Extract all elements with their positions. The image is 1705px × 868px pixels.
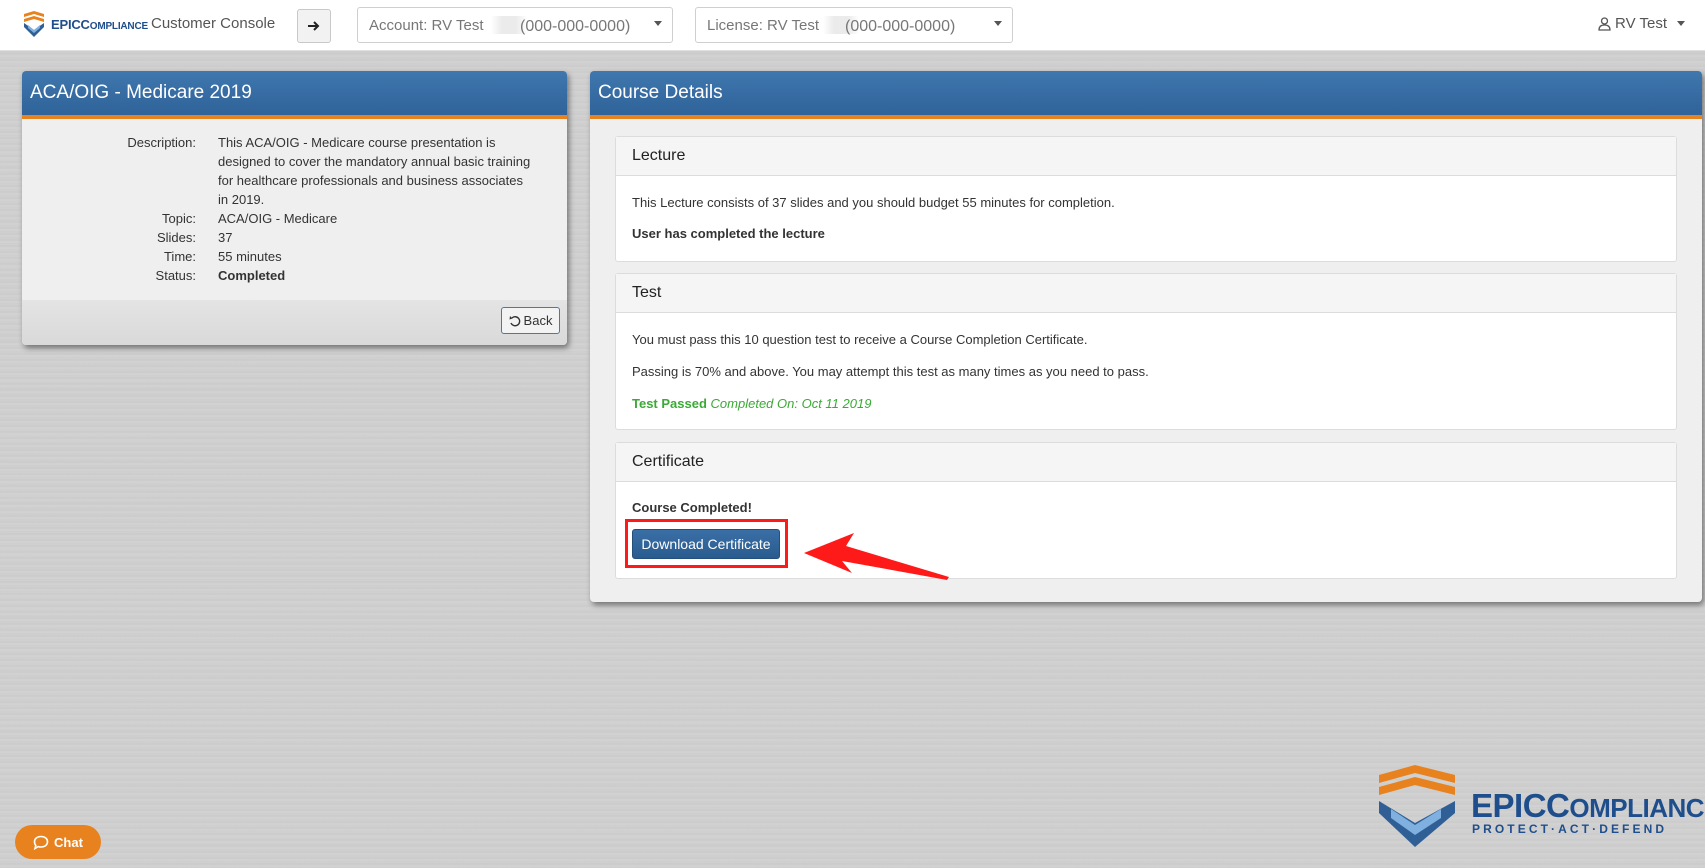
annotation-arrow-icon [804,533,949,580]
go-button[interactable] [297,9,331,43]
certificate-card: Certificate Course Completed! Download C… [615,442,1677,579]
license-select[interactable]: License: RV Test (000-000-0000) [695,7,1013,43]
description-value: This ACA/OIG - Medicare course presentat… [218,135,531,207]
lecture-card: Lecture This Lecture consists of 37 slid… [615,136,1677,262]
chat-button[interactable]: Chat [15,825,101,859]
top-bar: EPICCOMPLIANCE Customer Console Account:… [0,0,1705,51]
test-card: Test You must pass this 10 question test… [615,273,1677,430]
brand-tagline: PROTECT·ACT·DEFEND [1472,822,1668,836]
course-title: ACA/OIG - Medicare 2019 [22,71,567,119]
panel-footer: Back [22,300,567,345]
status-label: Status: [155,268,196,283]
chat-label: Chat [54,834,83,850]
topic-label: Topic: [162,211,196,226]
arrow-right-icon [308,21,320,31]
account-number: (000-000-0000) [520,18,631,35]
lecture-status: User has completed the lecture [632,226,825,241]
slides-label: Slides: [156,230,196,245]
course-details-title: Course Details [590,71,1702,119]
chevron-down-icon [654,21,662,26]
test-text-1: You must pass this 10 question test to r… [632,332,1088,347]
undo-icon [509,315,520,326]
certificate-heading: Certificate [616,443,1676,482]
account-select[interactable]: Account: RV Test (000-000-0000) [357,7,673,43]
user-name: RV Test [1615,15,1667,32]
lecture-heading: Lecture [616,137,1676,176]
course-info: Description: This ACA/OIG - Medicare cou… [22,119,567,305]
license-number: (000-000-0000) [845,18,956,35]
description-row: Description: This ACA/OIG - Medicare cou… [22,133,567,209]
epic-compliance-logo[interactable]: EPICCOMPLIANCE [22,10,148,38]
user-menu[interactable]: RV Test [1598,15,1685,32]
topic-row: Topic: ACA/OIG - Medicare [22,209,567,228]
time-value: 55 minutes [218,249,282,264]
slides-value: 37 [218,230,233,245]
epic-compliance-brand-icon [1379,765,1455,847]
chevron-down-icon [994,21,1002,26]
back-button[interactable]: Back [501,307,560,334]
certificate-status: Course Completed! [632,500,752,515]
test-text-2: Passing is 70% and above. You may attemp… [632,364,1149,379]
chat-bubble-icon [33,835,49,850]
slides-row: Slides: 37 [22,228,567,247]
time-label: Time: [163,249,196,264]
test-status: Test Passed [632,396,707,411]
test-completed-on: Completed On: Oct 11 2019 [710,396,872,411]
lecture-text: This Lecture consists of 37 slides and y… [632,195,1115,210]
user-icon [1598,16,1611,31]
test-heading: Test [616,274,1676,313]
account-label: Account: RV Test [369,17,484,34]
back-label: Back [523,313,553,328]
status-value: Completed [218,268,286,283]
description-label: Description: [127,135,196,150]
topic-value: ACA/OIG - Medicare [218,211,338,226]
test-result: Test Passed Completed On: Oct 11 2019 [632,396,871,411]
shield-logo-icon [24,10,44,37]
time-row: Time: 55 minutes [22,247,567,266]
course-summary-panel: ACA/OIG - Medicare 2019 Description: Thi… [22,71,567,345]
chevron-down-icon [1677,21,1685,26]
logo-wordmark: EPICCOMPLIANCE [51,16,148,32]
console-title: Customer Console [151,15,276,32]
license-label: License: RV Test [707,17,820,34]
status-row: Status: Completed [22,266,567,285]
brand-wordmark: EPICCOMPLIANCE [1471,787,1705,824]
annotation-highlight-box [625,519,788,568]
course-details-panel: Course Details Lecture This Lecture cons… [590,71,1702,602]
